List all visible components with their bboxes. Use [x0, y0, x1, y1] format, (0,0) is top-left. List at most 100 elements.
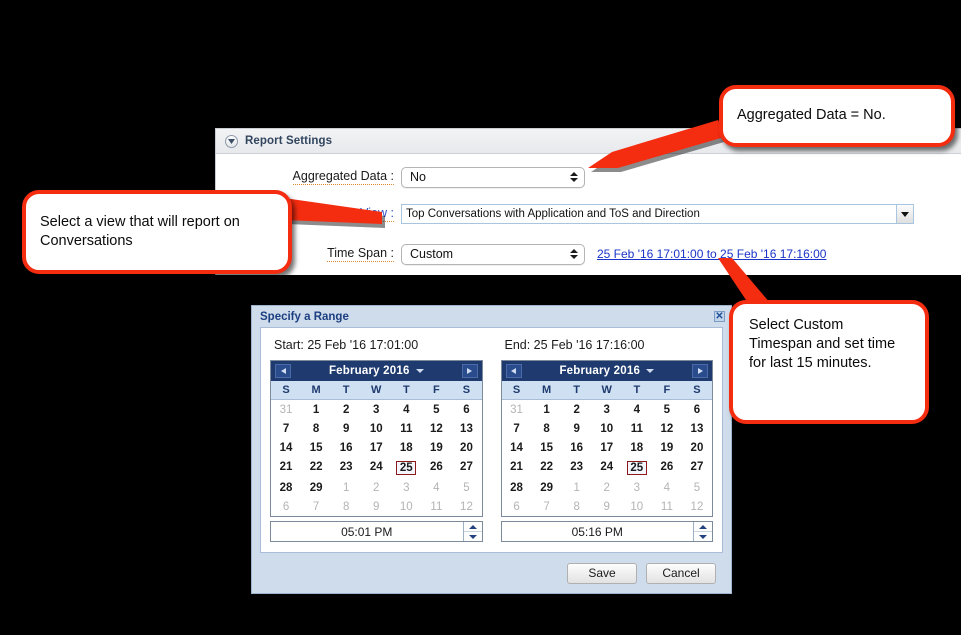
day-cell-other-month[interactable]: 1: [331, 478, 361, 497]
day-cell[interactable]: 13: [451, 419, 481, 438]
day-cell-other-month[interactable]: 31: [502, 400, 532, 419]
day-cell-other-month[interactable]: 1: [562, 478, 592, 497]
next-month-icon[interactable]: [692, 364, 708, 378]
day-cell[interactable]: 17: [592, 438, 622, 457]
day-cell[interactable]: 23: [331, 457, 361, 478]
day-cell-other-month[interactable]: 4: [421, 478, 451, 497]
day-cell[interactable]: 16: [331, 438, 361, 457]
day-cell[interactable]: 24: [361, 457, 391, 478]
day-cell[interactable]: 20: [682, 438, 712, 457]
day-cell[interactable]: 2: [562, 400, 592, 419]
day-cell[interactable]: 21: [502, 457, 532, 478]
day-cell-other-month[interactable]: 2: [361, 478, 391, 497]
stepper-arrows-icon[interactable]: [570, 172, 578, 182]
day-cell[interactable]: 21: [271, 457, 301, 478]
spinner-up-icon[interactable]: [694, 522, 712, 531]
start-time-field[interactable]: 05:01 PM: [270, 521, 483, 542]
dialog-titlebar[interactable]: Specify a Range ✕: [252, 306, 731, 327]
spinner-down-icon[interactable]: [694, 531, 712, 541]
day-cell-other-month[interactable]: 3: [622, 478, 652, 497]
day-cell-other-month[interactable]: 7: [301, 497, 331, 516]
day-cell-other-month[interactable]: 6: [271, 497, 301, 516]
day-cell[interactable]: 15: [301, 438, 331, 457]
end-time-field[interactable]: 05:16 PM: [500, 521, 713, 542]
day-cell-other-month[interactable]: 2: [592, 478, 622, 497]
day-cell[interactable]: 11: [391, 419, 421, 438]
day-cell[interactable]: 29: [532, 478, 562, 497]
prev-month-icon[interactable]: [505, 364, 522, 378]
day-cell[interactable]: 26: [421, 457, 451, 478]
day-cell-other-month[interactable]: 12: [451, 497, 481, 516]
day-cell[interactable]: 26: [652, 457, 682, 478]
spinner-down-icon[interactable]: [463, 531, 482, 541]
day-cell[interactable]: 1: [532, 400, 562, 419]
day-cell-other-month[interactable]: 8: [331, 497, 361, 516]
day-cell[interactable]: 6: [682, 400, 712, 419]
day-cell-other-month[interactable]: 9: [361, 497, 391, 516]
day-cell[interactable]: 3: [361, 400, 391, 419]
day-cell[interactable]: 5: [652, 400, 682, 419]
day-cell-other-month[interactable]: 11: [652, 497, 682, 516]
day-cell-other-month[interactable]: 11: [421, 497, 451, 516]
day-cell[interactable]: 7: [271, 419, 301, 438]
end-time-spinner[interactable]: [693, 522, 712, 541]
day-cell[interactable]: 23: [562, 457, 592, 478]
save-button[interactable]: Save: [567, 562, 637, 584]
day-cell-selected[interactable]: 25: [391, 457, 421, 478]
day-cell[interactable]: 22: [301, 457, 331, 478]
start-time-spinner[interactable]: [462, 522, 482, 541]
next-month-icon[interactable]: [461, 364, 478, 378]
day-cell-other-month[interactable]: 5: [682, 478, 712, 497]
day-cell[interactable]: 6: [451, 400, 481, 419]
spinner-up-icon[interactable]: [463, 522, 482, 531]
day-cell[interactable]: 10: [592, 419, 622, 438]
day-cell[interactable]: 27: [451, 457, 481, 478]
day-cell[interactable]: 11: [622, 419, 652, 438]
triangle-down-icon[interactable]: [225, 134, 238, 148]
day-cell[interactable]: 1: [301, 400, 331, 419]
day-cell[interactable]: 20: [451, 438, 481, 457]
day-cell-other-month[interactable]: 10: [622, 497, 652, 516]
day-cell-other-month[interactable]: 5: [451, 478, 481, 497]
day-cell[interactable]: 28: [502, 478, 532, 497]
aggregated-data-select[interactable]: No: [401, 166, 585, 188]
day-cell-other-month[interactable]: 9: [592, 497, 622, 516]
start-month-title-wrap[interactable]: February 2016: [291, 365, 462, 377]
stepper-arrows-icon[interactable]: [570, 249, 578, 259]
day-cell-other-month[interactable]: 4: [652, 478, 682, 497]
day-cell[interactable]: 12: [421, 419, 451, 438]
day-cell[interactable]: 19: [421, 438, 451, 457]
day-cell[interactable]: 28: [271, 478, 301, 497]
day-cell-other-month[interactable]: 7: [532, 497, 562, 516]
day-cell[interactable]: 15: [532, 438, 562, 457]
day-cell[interactable]: 7: [502, 419, 532, 438]
day-cell-other-month[interactable]: 12: [682, 497, 712, 516]
end-month-title-wrap[interactable]: February 2016: [522, 365, 693, 377]
chevron-down-icon[interactable]: [646, 369, 655, 373]
day-cell-selected[interactable]: 25: [622, 457, 652, 478]
day-cell[interactable]: 18: [391, 438, 421, 457]
day-cell[interactable]: 8: [532, 419, 562, 438]
day-cell-other-month[interactable]: 6: [502, 497, 532, 516]
day-cell[interactable]: 5: [421, 400, 451, 419]
day-cell[interactable]: 9: [331, 419, 361, 438]
day-cell[interactable]: 29: [301, 478, 331, 497]
day-cell[interactable]: 19: [652, 438, 682, 457]
day-cell[interactable]: 24: [592, 457, 622, 478]
day-cell-other-month[interactable]: 10: [391, 497, 421, 516]
cancel-button[interactable]: Cancel: [646, 562, 716, 584]
prev-month-icon[interactable]: [275, 364, 291, 378]
start-day-grid[interactable]: 31 1 2 3 4 5 6 7 8 9 10 11 12 13 14 15 16 17 18 19 20 21 22 23 2…: [271, 400, 482, 516]
day-cell-other-month[interactable]: 3: [391, 478, 421, 497]
end-day-grid[interactable]: 31 1 2 3 4 5 6 7 8 9 10 11 12 13 14 15 16 17 18 19 20 21 22 23 2…: [502, 400, 713, 516]
day-cell[interactable]: 3: [592, 400, 622, 419]
day-cell[interactable]: 27: [682, 457, 712, 478]
day-cell[interactable]: 4: [622, 400, 652, 419]
day-cell[interactable]: 14: [271, 438, 301, 457]
day-cell[interactable]: 17: [361, 438, 391, 457]
view-combobox[interactable]: Top Conversations with Application and T…: [401, 204, 914, 224]
day-cell[interactable]: 12: [652, 419, 682, 438]
day-cell[interactable]: 2: [331, 400, 361, 419]
chevron-down-icon[interactable]: [896, 205, 913, 223]
day-cell[interactable]: 14: [502, 438, 532, 457]
